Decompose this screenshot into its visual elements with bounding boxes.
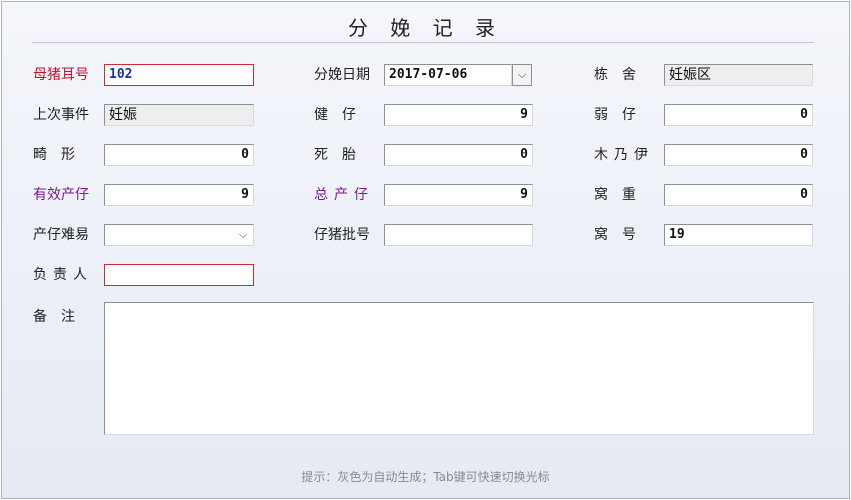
responsible-label: 负责人 — [33, 267, 93, 283]
responsible-input[interactable] — [104, 264, 254, 286]
effective-label: 有效产仔 — [33, 187, 89, 203]
notes-label: 备 注 — [33, 309, 75, 325]
deformed-input[interactable]: 0 — [104, 144, 254, 166]
total-label: 总产仔 — [314, 187, 374, 203]
notes-textarea[interactable] — [104, 302, 814, 435]
hint-text: 提示：灰色为自动生成；Tab键可快速切换光标 — [301, 470, 550, 484]
healthy-label: 健 仔 — [314, 107, 356, 123]
batch-label: 仔猪批号 — [314, 227, 370, 243]
barn-label: 栋 舍 — [594, 67, 636, 83]
weak-input[interactable]: 0 — [664, 104, 813, 126]
last-event-label: 上次事件 — [33, 107, 89, 123]
litter-weight-input[interactable]: 0 — [664, 184, 813, 206]
sow-ear-input[interactable]: 102 — [104, 64, 254, 86]
birth-date-label: 分娩日期 — [314, 67, 370, 83]
litter-no-label: 窝 号 — [594, 227, 636, 243]
healthy-input[interactable]: 9 — [384, 104, 533, 126]
stillborn-label: 死 胎 — [314, 147, 356, 163]
page-title: 分 娩 记 录 — [347, 16, 504, 40]
weak-label: 弱 仔 — [594, 107, 636, 123]
mummy-label: 木乃伊 — [594, 147, 654, 163]
stillborn-input[interactable]: 0 — [384, 144, 533, 166]
date-picker-button[interactable]: ⌵ — [512, 64, 532, 86]
chevron-down-icon: ⌵ — [238, 228, 248, 241]
sow-ear-label: 母猪耳号 — [33, 67, 89, 83]
title-divider — [32, 42, 814, 43]
mummy-input[interactable]: 0 — [664, 144, 813, 166]
delivery-record-panel: 分 娩 记 录 母猪耳号 102 分娩日期 2017-07-06 ⌵ 栋 舍 妊… — [1, 1, 850, 499]
total-input[interactable]: 9 — [384, 184, 533, 206]
difficulty-label: 产仔难易 — [33, 227, 89, 243]
chevron-down-icon: ⌵ — [517, 68, 527, 81]
last-event-field: 妊娠 — [104, 104, 254, 126]
batch-input[interactable] — [384, 224, 533, 246]
difficulty-select[interactable]: ⌵ — [104, 224, 254, 246]
effective-input[interactable]: 9 — [104, 184, 254, 206]
deformed-label: 畸 形 — [33, 147, 75, 163]
barn-field: 妊娠区 — [664, 64, 813, 86]
litter-no-input[interactable]: 19 — [664, 224, 813, 246]
birth-date-input[interactable]: 2017-07-06 — [384, 64, 512, 86]
litter-weight-label: 窝 重 — [594, 187, 636, 203]
